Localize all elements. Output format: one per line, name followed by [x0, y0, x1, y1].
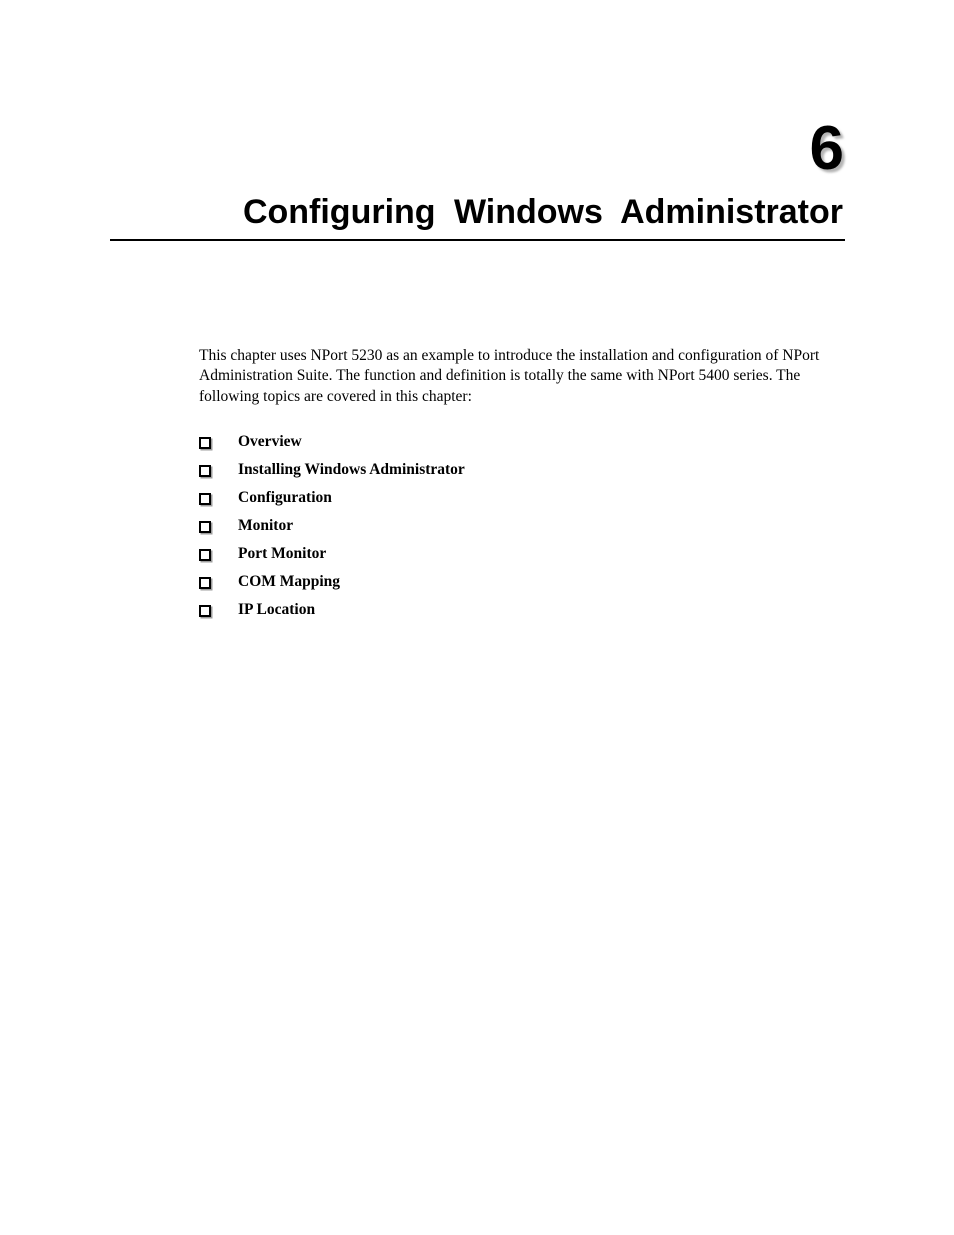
hollow-square-bullet-icon [199, 465, 211, 477]
list-item: IP Location [199, 596, 799, 624]
topic-label: COM Mapping [238, 573, 341, 590]
title-divider [110, 239, 845, 241]
list-item: Configuration [199, 484, 799, 512]
list-item: Overview [199, 428, 799, 456]
chapter-number: 6 [809, 114, 844, 183]
topic-label: Overview [238, 433, 302, 450]
topic-label: Configuration [238, 489, 332, 506]
page-title: Configuring Windows Administrator [242, 193, 843, 231]
chapter-header: 6 Configuring Windows Administrator [110, 118, 845, 249]
list-item: COM Mapping [199, 568, 799, 596]
hollow-square-bullet-icon [199, 577, 211, 589]
list-item: Port Monitor [199, 540, 799, 568]
list-item: Monitor [199, 512, 799, 540]
topic-label: Port Monitor [238, 545, 327, 562]
hollow-square-bullet-icon [199, 521, 211, 533]
topic-list: Overview Installing Windows Administrato… [199, 428, 799, 624]
topic-label: IP Location [238, 601, 316, 618]
hollow-square-bullet-icon [199, 437, 211, 449]
hollow-square-bullet-icon [199, 549, 211, 561]
topic-label: Installing Windows Administrator [238, 461, 465, 478]
hollow-square-bullet-icon [199, 605, 211, 617]
list-item: Installing Windows Administrator [199, 456, 799, 484]
document-page: 6 Configuring Windows Administrator This… [0, 0, 954, 1235]
intro-paragraph: This chapter uses NPort 5230 as an examp… [199, 346, 820, 405]
topic-label: Monitor [238, 517, 294, 534]
hollow-square-bullet-icon [199, 493, 211, 505]
